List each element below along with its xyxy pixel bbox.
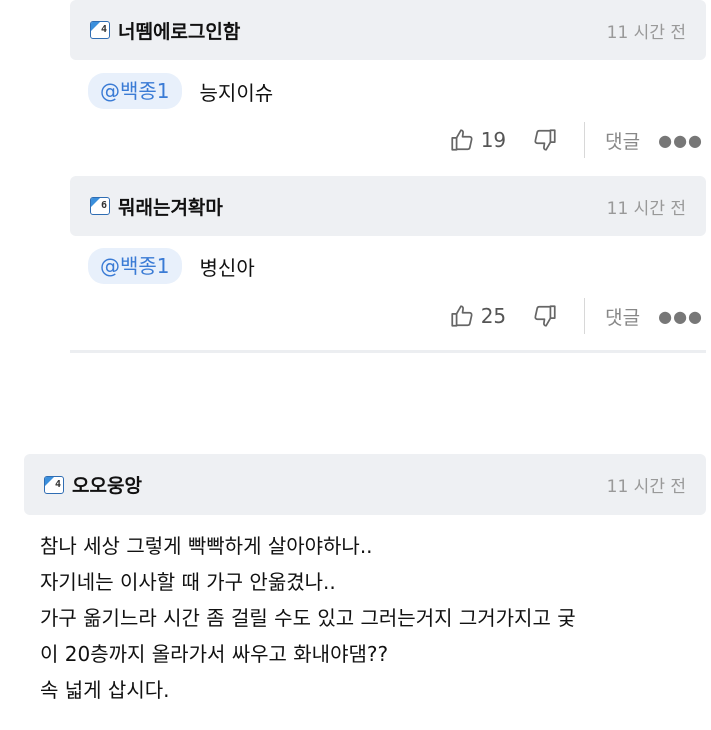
level-badge-icon: 4 [90, 21, 110, 39]
mention-tag[interactable]: @백종1 [88, 73, 182, 109]
thumbs-down-icon[interactable] [532, 303, 558, 329]
reply-timestamp: 11 시간 전 [606, 198, 686, 219]
reply-body: @백종1 병신아 [88, 248, 255, 284]
reply-timestamp: 11 시간 전 [606, 22, 686, 43]
comment-timestamp: 11 시간 전 [606, 477, 686, 497]
reply-actions: 25 댓글 ●●● [449, 296, 703, 336]
reply-text: 능지이슈 [199, 80, 274, 105]
reply-button[interactable]: 댓글 [605, 127, 640, 154]
level-badge-icon: 6 [90, 197, 110, 215]
comment-line: 자기네는 이사할 때 가구 안옮겼나.. [40, 570, 336, 594]
comment-header: 4 오오웅앙 11 시간 전 [24, 454, 706, 515]
thumbs-up-icon[interactable] [449, 303, 475, 329]
comment-author[interactable]: 4 오오웅앙 [44, 471, 142, 498]
thread-separator [70, 350, 706, 353]
like-count: 19 [480, 128, 507, 152]
thumbs-down-icon[interactable] [532, 127, 558, 153]
comment-line: 이 20층까지 올라가서 싸우고 화내야댐?? [40, 642, 389, 666]
comment-line: 가구 옮기느라 시간 좀 걸릴 수도 있고 그러는거지 그거가지고 궂 [40, 606, 576, 630]
divider [584, 122, 586, 158]
comment-line: 참나 세상 그렇게 빡빡하게 살아야하나.. [40, 534, 373, 558]
reply-button[interactable]: 댓글 [605, 303, 640, 330]
thumbs-up-icon[interactable] [449, 127, 475, 153]
mention-tag[interactable]: @백종1 [88, 248, 182, 284]
more-dots-icon[interactable]: ●●● [658, 131, 703, 150]
reply-body: @백종1 능지이슈 [88, 73, 273, 109]
level-badge-icon: 4 [44, 475, 64, 494]
like-count: 25 [480, 304, 507, 328]
comment-body: 참나 세상 그렇게 빡빡하게 살아야하나.. 자기네는 이사할 때 가구 안옮겼… [40, 528, 700, 708]
reply-header: 4 너뗌에로그인함 11 시간 전 [70, 0, 706, 60]
reply-header: 6 뭐래는겨확마 11 시간 전 [70, 176, 706, 236]
reply-nickname[interactable]: 뭐래는겨확마 [118, 193, 223, 220]
more-dots-icon[interactable]: ●●● [658, 307, 703, 326]
reply-text: 병신아 [199, 255, 255, 280]
reply-author[interactable]: 4 너뗌에로그인함 [90, 17, 240, 44]
reply-nickname[interactable]: 너뗌에로그인함 [118, 17, 240, 44]
comment-nickname[interactable]: 오오웅앙 [72, 471, 142, 498]
comment-line: 속 넓게 삽시다. [40, 678, 170, 702]
divider [584, 298, 586, 334]
reply-actions: 19 댓글 ●●● [449, 120, 703, 160]
reply-author[interactable]: 6 뭐래는겨확마 [90, 193, 223, 220]
